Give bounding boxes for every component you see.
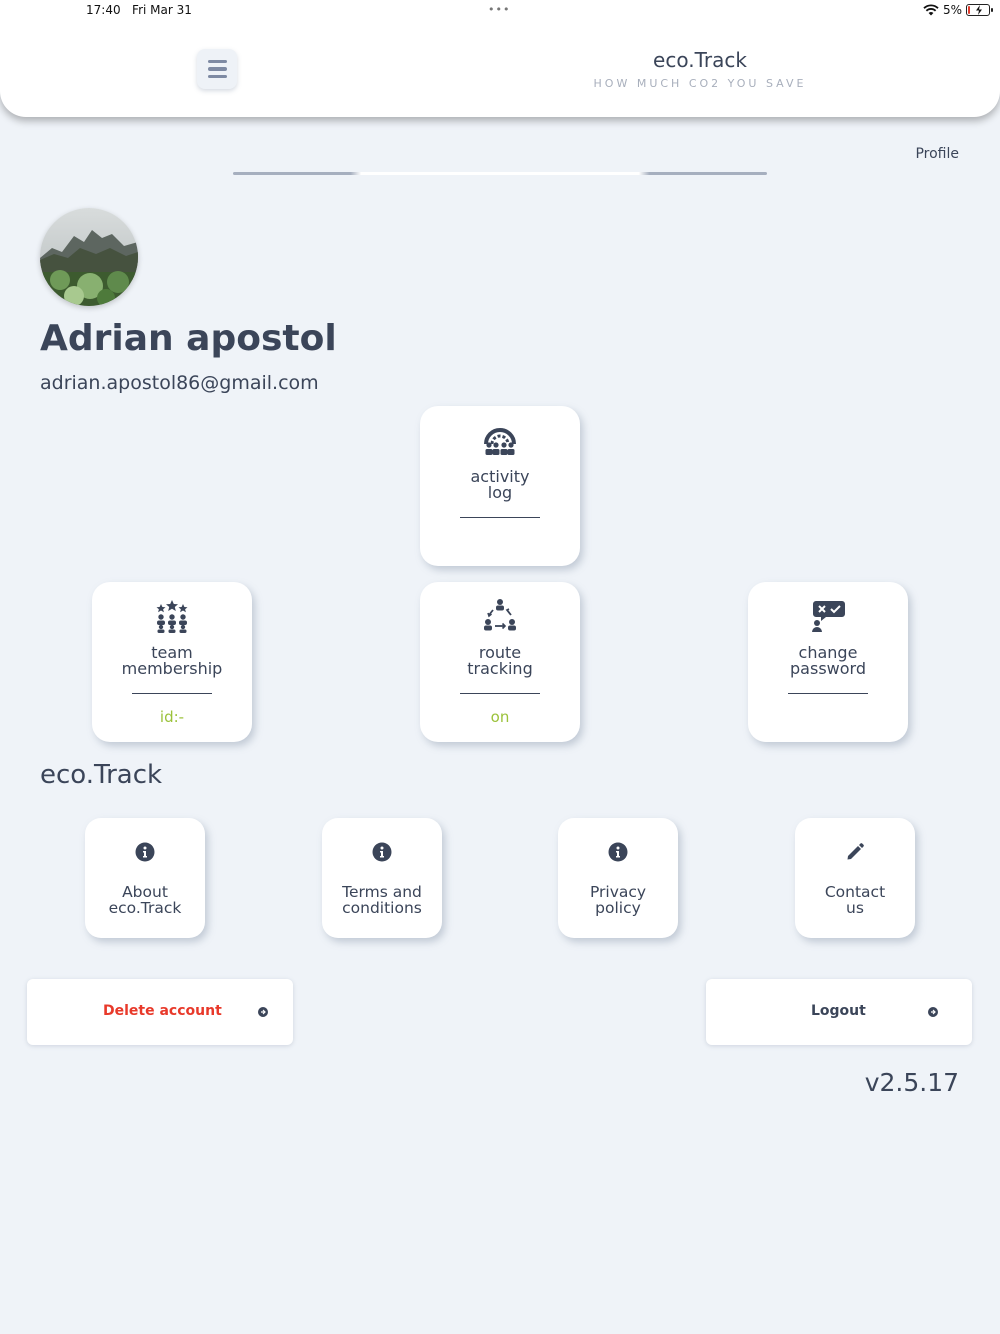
logout-label: Logout — [811, 1003, 866, 1019]
logout-button[interactable]: Logout — [706, 979, 972, 1045]
section-title: eco.Track — [40, 760, 163, 790]
card-divider — [132, 693, 212, 694]
user-name: Adrian apostol — [40, 318, 337, 359]
pencil-icon — [795, 841, 915, 863]
card-divider — [460, 693, 540, 694]
route-tracking-status: on — [490, 708, 510, 726]
privacy-label: Privacy policy — [589, 883, 647, 917]
multitasking-dots-icon[interactable]: ••• — [488, 3, 510, 16]
contact-card[interactable]: Contact us — [795, 818, 915, 938]
wifi-icon — [923, 4, 939, 16]
battery-level — [968, 6, 970, 14]
card-divider — [460, 517, 540, 518]
page-title: Profile — [915, 146, 959, 162]
delete-account-label: Delete account — [103, 1003, 222, 1019]
route-tracking-card[interactable]: route tracking on — [420, 582, 580, 742]
hamburger-menu-icon[interactable] — [197, 49, 237, 89]
privacy-card[interactable]: Privacy policy — [558, 818, 678, 938]
change-password-card[interactable]: change password — [748, 582, 908, 742]
battery-icon — [966, 4, 993, 16]
battery-percent: 5% — [942, 3, 962, 17]
team-id-value: id:- — [159, 708, 185, 726]
team-icon — [92, 596, 252, 636]
contact-label: Contact us — [824, 883, 886, 917]
header-divider — [233, 172, 767, 175]
status-bar: 17:40 Fri Mar 31 ••• 5% — [0, 0, 1000, 22]
info-icon — [558, 841, 678, 863]
user-email: adrian.apostol86@gmail.com — [40, 372, 319, 394]
route-tracking-icon — [420, 596, 580, 636]
clock: 17:40 — [86, 3, 121, 17]
terms-label: Terms and conditions — [342, 883, 422, 917]
card-label: team membership — [121, 643, 223, 678]
status-indicators: 5% — [923, 3, 993, 17]
status-time: 17:40 Fri Mar 31 — [86, 3, 192, 17]
activity-log-card[interactable]: activity log — [420, 406, 580, 566]
arrow-circle-right-icon — [928, 1007, 938, 1017]
about-label: About eco.Track — [108, 883, 182, 917]
password-chat-icon — [748, 596, 908, 636]
activity-log-icon — [420, 420, 580, 460]
card-divider — [788, 693, 868, 694]
delete-account-button[interactable]: Delete account — [27, 979, 293, 1045]
card-label: route tracking — [467, 643, 533, 678]
info-icon — [322, 841, 442, 863]
team-membership-card[interactable]: team membership id:- — [92, 582, 252, 742]
about-card[interactable]: About eco.Track — [85, 818, 205, 938]
date: Fri Mar 31 — [132, 3, 192, 17]
arrow-circle-right-icon — [258, 1007, 268, 1017]
charging-bolt-icon — [976, 5, 982, 15]
avatar[interactable] — [40, 208, 138, 306]
info-icon — [85, 841, 205, 863]
card-label: activity log — [470, 467, 530, 502]
app-subtitle: HOW MUCH CO2 YOU SAVE — [593, 77, 807, 90]
app-title: eco.Track — [653, 48, 747, 72]
app-version: v2.5.17 — [864, 1068, 959, 1097]
terms-card[interactable]: Terms and conditions — [322, 818, 442, 938]
card-label: change password — [790, 643, 866, 678]
